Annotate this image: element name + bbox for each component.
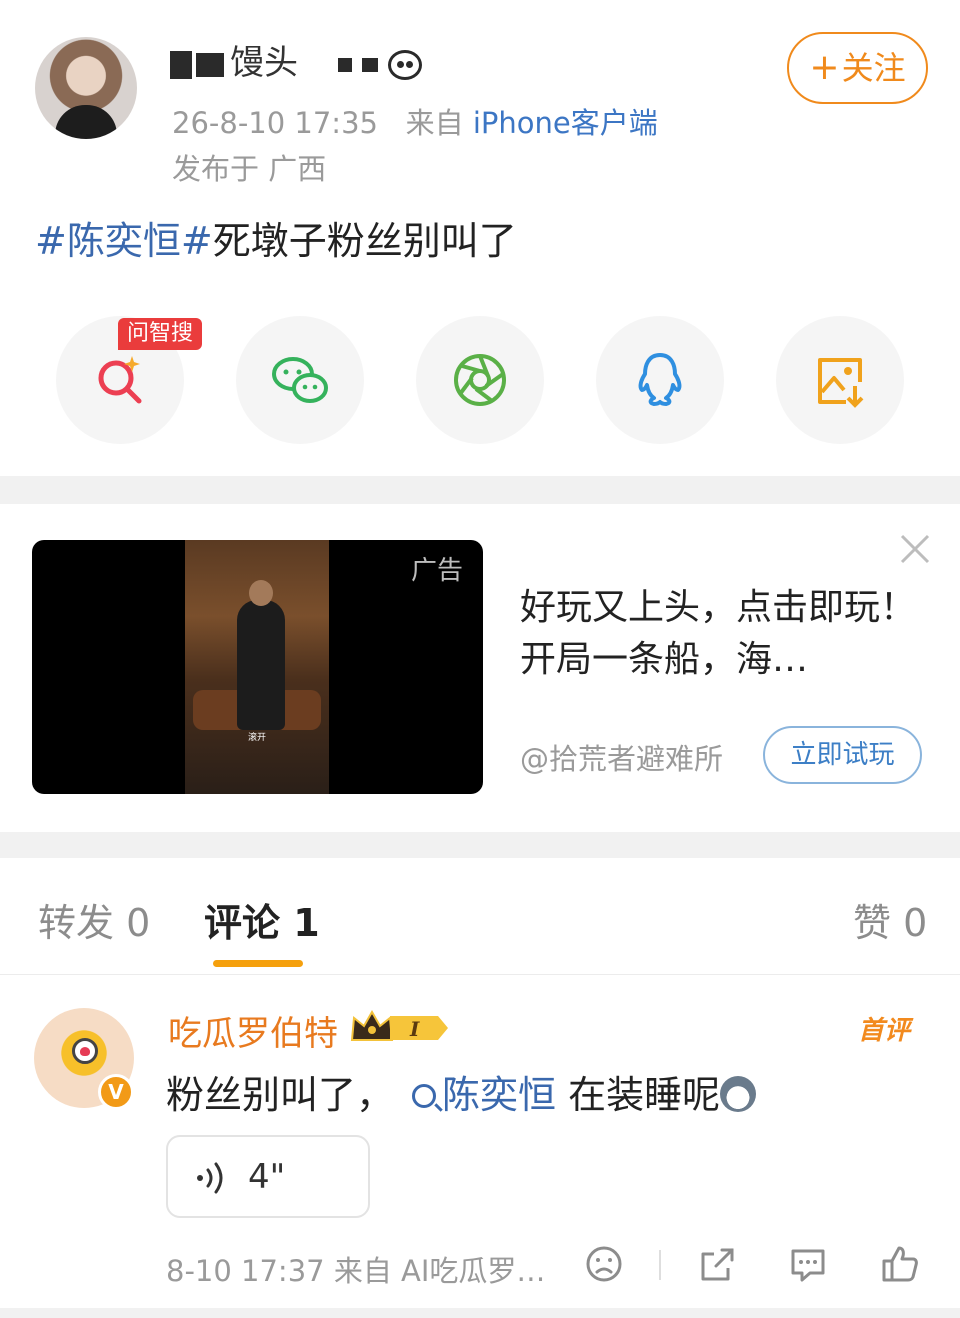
level-text: I — [409, 1017, 420, 1041]
source-prefix: 来自 — [405, 106, 464, 140]
follow-button[interactable]: +关注 — [787, 32, 928, 104]
topic-link[interactable]: #陈奕恒# — [35, 219, 213, 263]
first-comment-tag: 首评 — [858, 1016, 911, 1046]
username-text: 馒头 — [230, 43, 298, 83]
ad-label: 广告 — [410, 556, 463, 586]
wechat-share-button[interactable] — [236, 316, 364, 444]
save-image-button[interactable] — [776, 316, 904, 444]
ad-video-caption: 滚开 — [247, 733, 266, 743]
qq-share-button[interactable] — [596, 316, 724, 444]
save-image-icon — [818, 358, 864, 408]
moments-share-button[interactable] — [416, 316, 544, 444]
comment-text-part: 在装睡呢 — [556, 1073, 721, 1117]
tab-repost[interactable]: 转发 0 — [38, 892, 150, 947]
wechat-icon — [272, 357, 328, 403]
section-divider — [0, 476, 960, 504]
username[interactable]: 馒头 — [170, 38, 422, 88]
husky-emoji-icon — [720, 1076, 757, 1112]
qq-penguin-icon — [638, 353, 682, 406]
search-icon — [412, 1084, 437, 1108]
share-icon[interactable] — [698, 1244, 738, 1284]
commenter-name[interactable]: 吃瓜罗伯特 — [168, 1006, 338, 1055]
mention-link[interactable]: 陈奕恒 — [442, 1073, 556, 1117]
smart-search-badge: 问智搜 — [118, 318, 202, 350]
like-thumb-icon[interactable] — [880, 1244, 920, 1284]
comment-meta: 8-10 17:37 来自 AI吃瓜罗… — [166, 1254, 546, 1288]
verified-badge: V — [98, 1074, 134, 1110]
divider — [659, 1250, 661, 1280]
voice-duration: 4" — [248, 1157, 286, 1197]
censor-block — [338, 57, 352, 72]
post-meta: 26-8-10 17:35 来自 iPhone客户端 — [172, 100, 658, 142]
source-app-link[interactable]: iPhone客户端 — [473, 106, 658, 140]
post-time: 26-8-10 17:35 — [172, 106, 378, 140]
tab-likes[interactable]: 赞 0 — [853, 892, 927, 947]
comment-text: 粉丝别叫了， 陈奕恒 在装睡呢 — [166, 1064, 757, 1119]
divider — [0, 974, 960, 975]
ad-video-thumbnail[interactable]: 滚开 广告 — [32, 540, 483, 794]
moments-aperture-icon — [454, 354, 506, 406]
ad-source[interactable]: @拾荒者避难所 — [520, 736, 723, 778]
censor-block — [362, 57, 378, 72]
user-avatar[interactable] — [35, 37, 137, 139]
comment-text-part: 粉丝别叫了， — [166, 1073, 395, 1117]
dislike-face-icon[interactable] — [584, 1244, 624, 1284]
close-icon[interactable] — [898, 532, 932, 566]
censor-block — [196, 52, 224, 77]
plus-icon: + — [809, 47, 840, 88]
section-divider — [0, 832, 960, 858]
tab-comments[interactable]: 评论 1 — [204, 892, 320, 947]
active-tab-indicator — [213, 960, 303, 967]
post-content: #陈奕恒#死墩子粉丝别叫了 — [35, 210, 517, 265]
crown-level-icon: I — [350, 1010, 448, 1041]
section-divider — [0, 1308, 960, 1318]
comment-bubble-icon[interactable] — [788, 1244, 828, 1284]
censor-block — [170, 50, 192, 79]
follow-label: 关注 — [841, 49, 906, 87]
post-body-text: 死墩子粉丝别叫了 — [212, 219, 517, 263]
voice-wave-icon — [197, 1162, 223, 1194]
ad-still-image: 滚开 — [185, 540, 329, 794]
panda-emoji-icon — [388, 49, 422, 80]
try-now-button[interactable]: 立即试玩 — [763, 726, 922, 784]
ad-title[interactable]: 好玩又上头，点击即玩！开局一条船，海… — [520, 582, 920, 686]
post-location: 发布于 广西 — [172, 152, 327, 186]
smart-search-icon — [98, 356, 142, 404]
voice-message[interactable]: 4" — [166, 1135, 370, 1218]
